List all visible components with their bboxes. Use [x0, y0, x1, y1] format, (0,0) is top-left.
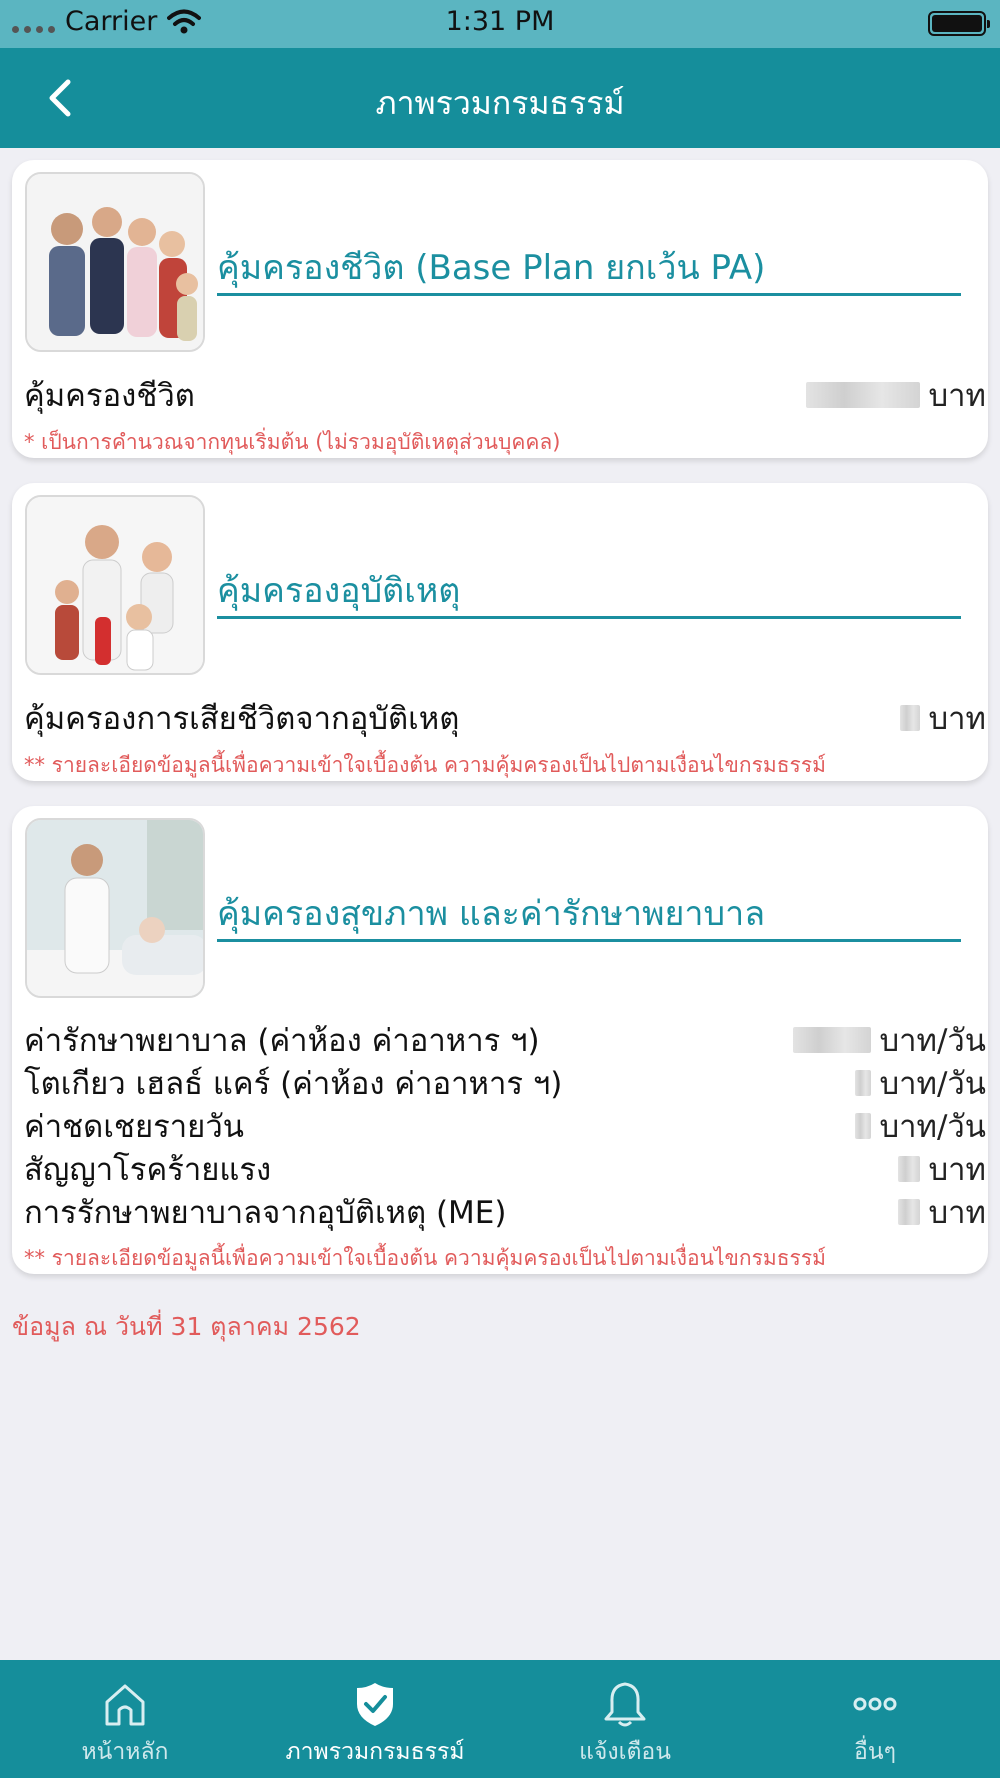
coverage-row: ค่าชดเชยรายวัน บาท/วัน [24, 1105, 986, 1147]
tab-label: หน้าหลัก [81, 1739, 169, 1765]
health-coverage-card: คุ้มครองสุขภาพ และค่ารักษาพยาบาล ค่ารักษ… [12, 806, 988, 1274]
bell-icon [604, 1682, 646, 1727]
accident-coverage-card: คุ้มครองอุบัติเหตุ คุ้มครองการเสียชีวิตจ… [12, 483, 988, 781]
tab-label: อื่นๆ [854, 1739, 896, 1765]
row-value: บาท [898, 1187, 986, 1237]
status-time: 1:31 PM [445, 6, 555, 37]
card-footnote: ** รายละเอียดข้อมูลนี้เพื่อความเข้าใจเบื… [24, 1246, 826, 1270]
coverage-row: ค่ารักษาพยาบาล (ค่าห้อง ค่าอาหาร ฯ) บาท/… [24, 1019, 986, 1061]
redacted-amount [855, 1113, 872, 1139]
nav-bar: ภาพรวมกรมธรรม์ [0, 48, 1000, 148]
card-footnote: ** รายละเอียดข้อมูลนี้เพื่อความเข้าใจเบื… [24, 753, 826, 777]
doctor-patient-photo [25, 818, 205, 998]
redacted-amount [806, 382, 921, 408]
tab-home[interactable]: หน้าหลัก [0, 1660, 250, 1778]
card-title: คุ้มครองชีวิต (Base Plan ยกเว้น PA) [217, 240, 961, 296]
coverage-row: คุ้มครองการเสียชีวิตจากอุบัติเหตุ บาท [24, 697, 986, 739]
shield-check-icon [357, 1683, 393, 1726]
redacted-amount [793, 1027, 872, 1053]
data-date-note: ข้อมูล ณ วันที่ 31 ตุลาคม 2562 [12, 1312, 361, 1341]
tab-label: ภาพรวมกรมธรรม์ [285, 1739, 465, 1765]
card-title: คุ้มครองสุขภาพ และค่ารักษาพยาบาล [217, 886, 961, 942]
row-unit: บาท [928, 1195, 986, 1231]
row-value: บาท [806, 370, 986, 420]
row-label: คุ้มครองชีวิต [24, 378, 195, 414]
card-footnote: * เป็นการคำนวณจากทุนเริ่มต้น (ไม่รวมอุบั… [24, 430, 561, 454]
redacted-amount [855, 1070, 872, 1096]
more-dots-icon [853, 1697, 897, 1711]
tab-more[interactable]: อื่นๆ [750, 1660, 1000, 1778]
tab-policy-overview[interactable]: ภาพรวมกรมธรรม์ [250, 1660, 500, 1778]
row-label: การรักษาพยาบาลจากอุบัติเหตุ (ME) [24, 1195, 507, 1231]
row-unit: บาท [928, 378, 986, 414]
row-unit: บาท [928, 701, 986, 737]
row-label: คุ้มครองการเสียชีวิตจากอุบัติเหตุ [24, 701, 460, 737]
status-bar: Carrier 1:31 PM [0, 0, 1000, 48]
tab-bar: หน้าหลัก ภาพรวมกรมธรรม์ แจ้งเตือน อื่นๆ [0, 1660, 1000, 1778]
tab-notifications[interactable]: แจ้งเตือน [500, 1660, 750, 1778]
coverage-row: การรักษาพยาบาลจากอุบัติเหตุ (ME) บาท [24, 1191, 986, 1233]
row-value: บาท [900, 693, 986, 743]
redacted-amount [898, 1156, 921, 1182]
card-title: คุ้มครองอุบัติเหตุ [217, 563, 961, 619]
accident-photo [25, 495, 205, 675]
coverage-row: คุ้มครองชีวิต บาท [24, 374, 986, 416]
battery-icon [928, 11, 990, 36]
redacted-amount [898, 1199, 921, 1225]
redacted-amount [900, 705, 921, 731]
tab-label: แจ้งเตือน [579, 1739, 671, 1765]
life-coverage-card: คุ้มครองชีวิต (Base Plan ยกเว้น PA) คุ้ม… [12, 160, 988, 458]
coverage-row: โตเกียว เฮลธ์ แคร์ (ค่าห้อง ค่าอาหาร ฯ) … [24, 1062, 986, 1104]
coverage-row: สัญญาโรคร้ายแรง บาท [24, 1148, 986, 1190]
home-icon [105, 1684, 145, 1726]
page-title: ภาพรวมกรมธรรม์ [375, 84, 625, 122]
family-photo [25, 172, 205, 352]
